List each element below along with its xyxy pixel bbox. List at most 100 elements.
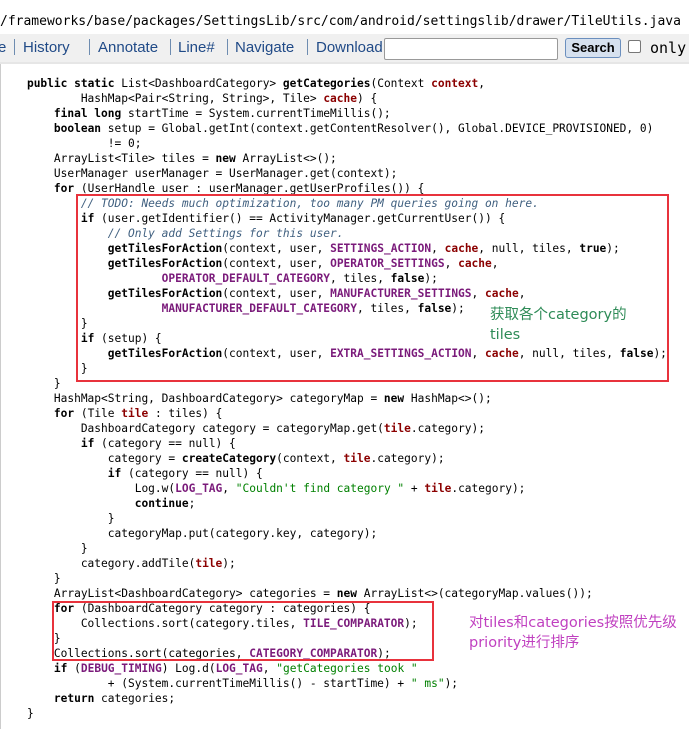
code-token: ( — [74, 662, 81, 675]
nav-history-link[interactable]: History — [23, 38, 70, 58]
code-line: for (Tile tile : tiles) { — [0, 406, 222, 421]
code-line: ArrayList<Tile> tiles = new ArrayList<>(… — [0, 151, 337, 166]
code-token: continue — [134, 497, 189, 510]
code-line: boolean setup = Global.getInt(context.ge… — [0, 121, 653, 136]
toolbar-separator — [170, 39, 171, 55]
code-token: if — [80, 437, 102, 450]
code-token: ) Log.d( — [161, 662, 216, 675]
nav-line-numbers-link[interactable]: Line# — [178, 38, 215, 58]
only-checkbox[interactable] — [628, 40, 641, 53]
code-token: " ms" — [410, 677, 445, 690]
code-token: new — [336, 587, 364, 600]
code-token: tile — [195, 557, 223, 570]
code-token: List<DashboardCategory> — [121, 77, 283, 90]
code-token: tile — [121, 407, 149, 420]
code-token: (context, — [276, 452, 344, 465]
code-token: , — [262, 662, 277, 675]
code-line: if (category == null) { — [0, 436, 236, 451]
code-token: (Tile — [80, 407, 122, 420]
highlight-box-get-tiles — [76, 194, 669, 382]
code-token: Log.w( — [0, 482, 176, 495]
code-token: HashMap<Pair<String, String>, Tile> — [0, 92, 324, 105]
code-token: ArrayList<DashboardCategory> categories … — [0, 587, 337, 600]
toolbar-separator — [307, 39, 308, 55]
code-token: category = — [0, 452, 182, 465]
code-token: if — [53, 662, 75, 675]
code-token: } — [0, 542, 88, 555]
code-token: .category); — [410, 422, 485, 435]
code-token: new — [215, 152, 243, 165]
code-token: startTime = System.currentTimeMillis(); — [127, 107, 391, 120]
code-token: categories; — [101, 692, 176, 705]
code-line: final long startTime = System.currentTim… — [0, 106, 391, 121]
nav-navigate-link[interactable]: Navigate — [235, 38, 294, 58]
code-token: context — [431, 77, 479, 90]
code-line: } — [0, 706, 34, 721]
search-input[interactable] — [384, 38, 558, 60]
annotation-sort: 对tiles和categories按照优先级 priority进行排序 — [469, 613, 677, 653]
code-line: != 0; — [0, 136, 142, 151]
code-token: } — [0, 707, 34, 720]
highlight-box-sort — [52, 601, 434, 661]
code-line: DashboardCategory category = categoryMap… — [0, 421, 485, 436]
code-line: category.addTile(tile); — [0, 556, 236, 571]
nav-annotate-link[interactable]: Annotate — [98, 38, 158, 58]
code-token: setup = Global.getInt(context.getContent… — [107, 122, 654, 135]
code-line: Log.w(LOG_TAG, "Couldn't find category "… — [0, 481, 526, 496]
code-token: HashMap<>(); — [410, 392, 492, 405]
code-line: category = createCategory(context, tile.… — [0, 451, 445, 466]
nav-page-link[interactable]: e — [0, 38, 6, 58]
code-token: ; — [188, 497, 196, 510]
code-token: LOG_TAG — [175, 482, 223, 495]
nav-download-link[interactable]: Download — [316, 38, 383, 58]
code-token: , — [478, 77, 485, 90]
code-line: if (category == null) { — [0, 466, 263, 481]
code-token: if — [107, 467, 128, 480]
annotation-sort-line2: priority进行排序 — [469, 635, 580, 651]
code-token: : tiles) { — [148, 407, 223, 420]
code-line: } — [0, 361, 88, 376]
annotation-get-tiles-line2: tiles — [490, 327, 521, 343]
code-token: boolean — [53, 122, 108, 135]
code-token: } — [0, 362, 88, 375]
code-line: } — [0, 511, 115, 526]
code-token: DashboardCategory category = categoryMap… — [0, 422, 384, 435]
code-token: } — [0, 377, 61, 390]
toolbar-separator — [227, 39, 228, 55]
code-token: final long — [53, 107, 128, 120]
code-token: tile — [383, 422, 411, 435]
code-token: new — [383, 392, 411, 405]
code-token: (category == null) { — [128, 467, 263, 480]
only-label: only — [650, 39, 687, 57]
search-button[interactable]: Search — [565, 38, 621, 58]
code-token: ArrayList<>(categoryMap.values()); — [363, 587, 593, 600]
code-token: category.addTile( — [0, 557, 196, 570]
annotation-sort-line1: 对tiles和categories按照优先级 — [469, 615, 677, 631]
code-token: "getCategories took " — [276, 662, 418, 675]
code-line: HashMap<Pair<String, String>, Tile> cach… — [0, 91, 377, 106]
code-token: return — [53, 692, 102, 705]
code-line: HashMap<String, DashboardCategory> categ… — [0, 391, 492, 406]
annotation-get-tiles: 获取各个category的 tiles — [490, 305, 627, 345]
code-token: ) { — [357, 92, 378, 105]
code-token: ); — [444, 677, 459, 690]
file-path: /frameworks/base/packages/SettingsLib/sr… — [0, 14, 681, 29]
code-line: ArrayList<DashboardCategory> categories … — [0, 586, 593, 601]
code-line: } — [0, 376, 61, 391]
code-token: .category); — [451, 482, 526, 495]
code-token: + — [404, 482, 425, 495]
code-token: } — [0, 512, 115, 525]
code-token: ); — [222, 557, 236, 570]
code-token: createCategory — [181, 452, 277, 465]
code-token: DEBUG_TIMING — [80, 662, 162, 675]
code-token: LOG_TAG — [215, 662, 263, 675]
